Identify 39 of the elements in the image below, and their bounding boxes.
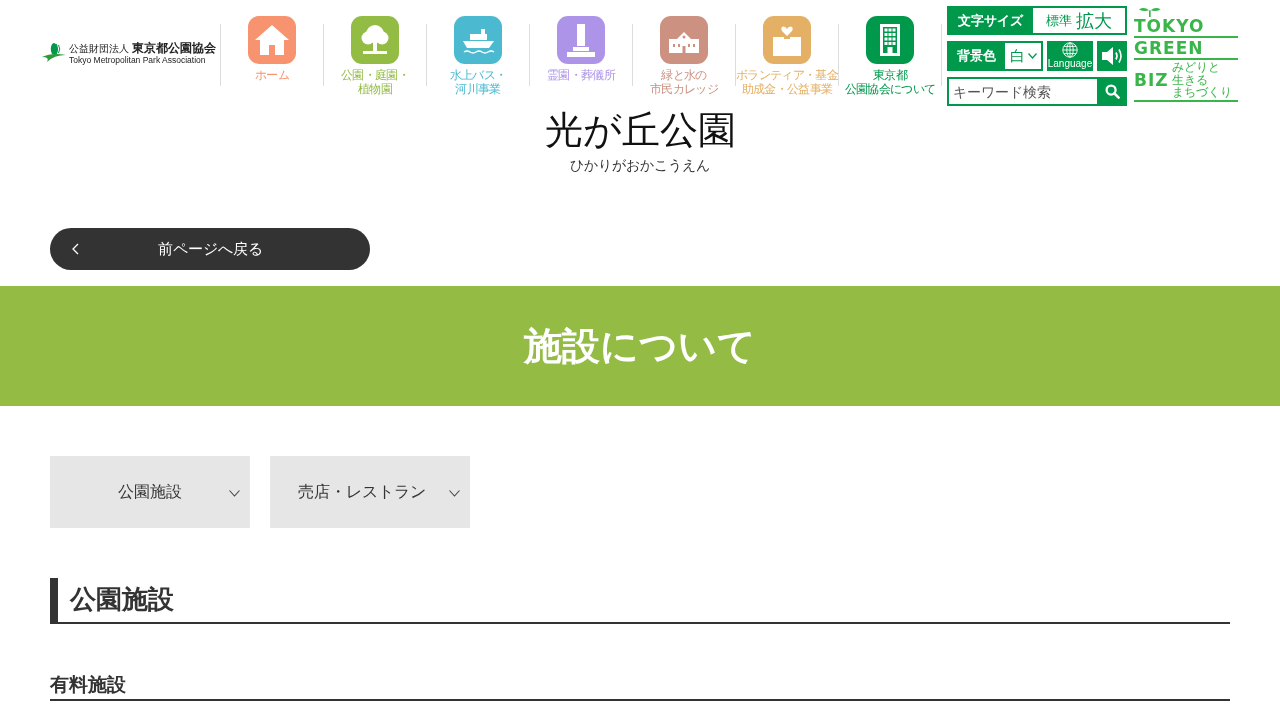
logo-wordmark: BIZ — [1134, 70, 1169, 89]
chevron-down-icon — [449, 490, 460, 497]
language-button[interactable]: Language — [1047, 41, 1093, 71]
logo-wordmark: GREEN — [1134, 39, 1204, 57]
org-name-english: Tokyo Metropolitan Park Association — [69, 55, 207, 65]
subsection-heading: 有料施設 — [50, 672, 1230, 701]
nav-link[interactable]: ボランティア・基金 助成金・公益事業 — [736, 6, 838, 96]
font-size-option[interactable]: 拡大 — [1076, 11, 1112, 30]
logo-icon — [42, 42, 66, 64]
banner-title: 施設について — [524, 322, 756, 370]
search-icon — [1104, 84, 1120, 99]
nav-link[interactable]: 霊園・葬儀所 — [530, 6, 632, 82]
globe-icon — [1062, 42, 1078, 58]
logo-wordmark: TOKYO — [1134, 17, 1205, 35]
caret-icon — [1027, 53, 1037, 59]
park-title: 光が丘公園 — [543, 107, 737, 154]
anchor-tab[interactable]: 公園施設 — [50, 456, 250, 528]
background-color-label: 背景色 — [955, 47, 997, 65]
chevron-down-icon — [229, 490, 240, 497]
background-color-select[interactable]: 白 — [1005, 43, 1041, 69]
search-field[interactable]: キーワード検索 — [947, 77, 1097, 106]
park-title-reading: ひかりがおかこうえん — [569, 156, 711, 174]
speaker-icon — [1101, 46, 1123, 66]
logo-tagline: みどりと 生きる まちづくり — [1171, 61, 1232, 99]
anchor-tab[interactable]: 売店・レストラン — [270, 456, 470, 528]
back-button[interactable]: 前ページへ戻る — [50, 228, 370, 270]
nav-link[interactable]: ホーム — [221, 6, 323, 82]
font-size-option[interactable]: 標準 — [1046, 14, 1072, 27]
chevron-left-icon — [71, 243, 79, 255]
nav-link[interactable]: 水上バス・ 河川事業 — [427, 6, 529, 96]
search-button[interactable] — [1097, 77, 1127, 106]
nav-link[interactable]: 東京都 公園協会について — [839, 6, 941, 96]
font-size-label: 文字サイズ — [956, 11, 1025, 30]
org-type-label: 公益財団法人 — [69, 43, 129, 55]
nav-link[interactable]: 緑と水の 市民カレッジ — [633, 6, 735, 96]
org-name: 東京都公園協会 — [132, 41, 216, 55]
section-heading: 公園施設 — [50, 578, 1230, 624]
nav-link[interactable]: 公園・庭園・ 植物園 — [324, 6, 426, 96]
read-aloud-button[interactable] — [1097, 41, 1127, 71]
